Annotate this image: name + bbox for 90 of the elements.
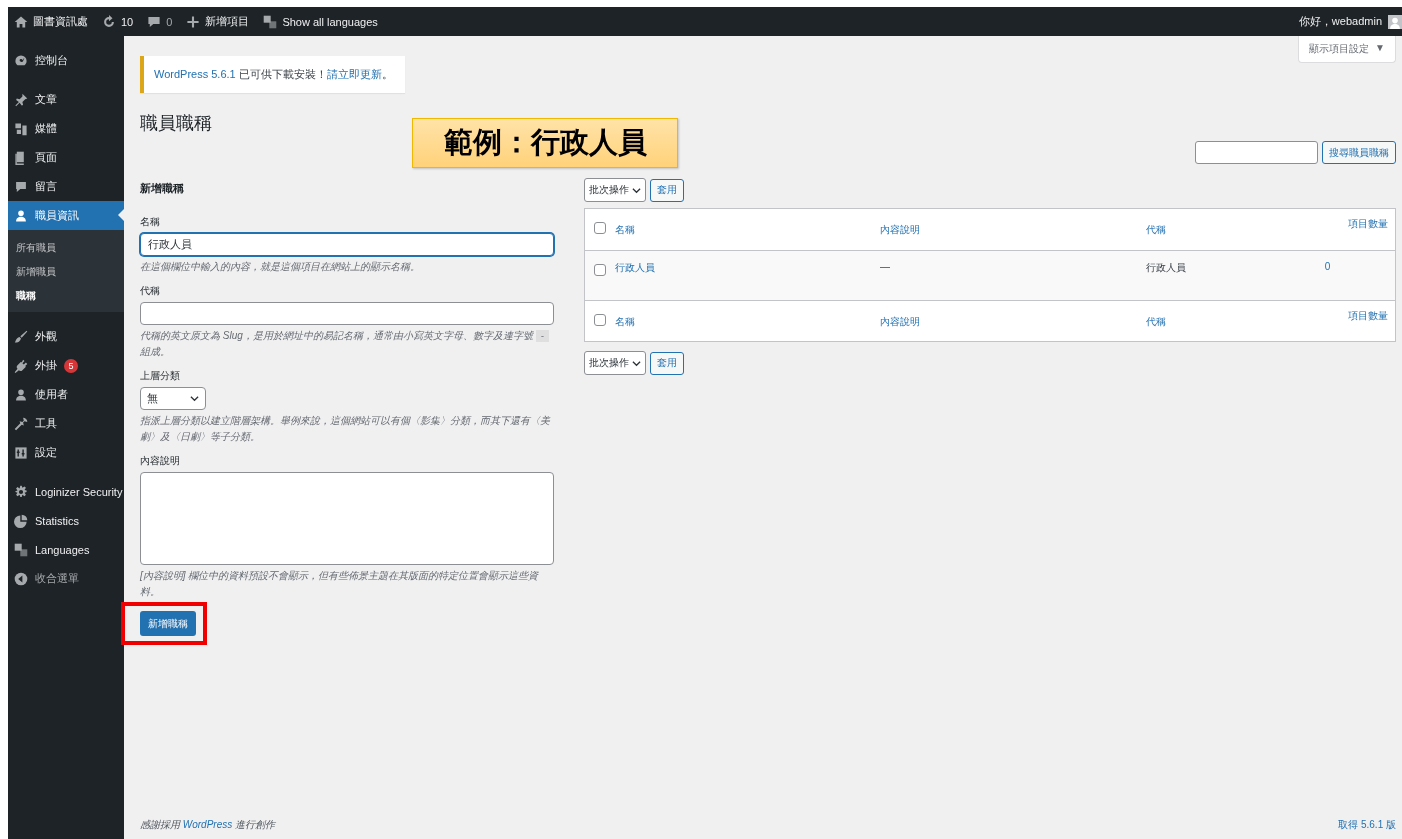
search-button[interactable]: 搜尋職員職稱 bbox=[1322, 141, 1396, 164]
speech-bubble-icon bbox=[147, 14, 162, 29]
input-field[interactable]: 行政人員 bbox=[140, 233, 554, 256]
gear-icon bbox=[14, 484, 28, 499]
sidebar-item[interactable]: 控制台 bbox=[8, 46, 124, 75]
update-notice: WordPress 5.6.1 已可供下載安裝！請立即更新。 bbox=[140, 56, 405, 93]
help-text: 在這個欄位中輸入的內容，就是這個項目在網站上的顯示名稱。 bbox=[140, 260, 421, 274]
sidebar-item[interactable]: 設定 bbox=[8, 438, 124, 467]
sidebar-item[interactable]: 職員資訊 bbox=[8, 201, 124, 230]
bulk-actions-dropdown[interactable]: 批次操作 bbox=[584, 351, 646, 375]
parent-dropdown[interactable]: 無 bbox=[140, 387, 206, 410]
sidebar-item[interactable]: 收合選單 bbox=[8, 564, 124, 593]
submenu-item[interactable]: 新增職員 bbox=[8, 260, 124, 284]
screen-options-button[interactable]: 顯示項目設定 ▼ bbox=[1298, 36, 1396, 63]
admin-bar-item[interactable]: 0 bbox=[147, 14, 173, 29]
sidebar-item[interactable]: 外掛 5 bbox=[8, 351, 124, 380]
field-label: 名稱 bbox=[140, 215, 161, 229]
refresh-icon bbox=[102, 14, 116, 29]
bulk-actions-dropdown[interactable]: 批次操作 bbox=[584, 178, 646, 202]
plus-icon bbox=[186, 14, 201, 29]
footer-credit: 感謝採用 WordPress 進行創作 bbox=[140, 818, 275, 832]
greeting-link[interactable]: 你好，webadmin bbox=[1298, 14, 1382, 29]
sidebar-item[interactable]: 工具 bbox=[8, 409, 124, 438]
example-callout: 範例：行政人員 bbox=[412, 118, 678, 168]
caret-icon: ▼ bbox=[1375, 42, 1385, 56]
apply-button[interactable]: 套用 bbox=[650, 178, 684, 202]
table-cell-text: — bbox=[880, 260, 891, 272]
gauge-icon bbox=[14, 53, 28, 68]
description-textarea[interactable] bbox=[140, 472, 554, 565]
help-text: 代稱的英文原文為 Slug，是用於網址中的易記名稱，通常由小寫英文字母、數字及連字號 - 組成。 bbox=[140, 328, 554, 360]
help-text: [內容說明] 欄位中的資料預設不會顯示，但有些佈景主題在其版面的特定位置會顯示這些資料。 bbox=[140, 569, 540, 599]
update-now-link[interactable]: 請立即更新 bbox=[326, 68, 382, 80]
speech-bubble-icon bbox=[14, 179, 28, 194]
user-icon bbox=[14, 208, 28, 223]
plug-icon bbox=[14, 358, 28, 373]
version-link[interactable]: WordPress 5.6.1 bbox=[154, 68, 236, 80]
admin-bar-item[interactable]: 圖書資訊處 bbox=[14, 14, 88, 29]
input-field[interactable] bbox=[140, 302, 554, 325]
checkbox[interactable] bbox=[594, 222, 606, 234]
sidebar-item[interactable]: Languages bbox=[8, 535, 124, 564]
chevron-down-icon bbox=[632, 358, 641, 368]
checkbox[interactable] bbox=[594, 314, 606, 326]
count-badge: 5 bbox=[64, 358, 78, 373]
add-title-button[interactable]: 新增職稱 bbox=[140, 611, 196, 636]
sliders-icon bbox=[14, 445, 28, 460]
column-header-link[interactable]: 名稱 bbox=[615, 301, 880, 329]
table-cell-text: 行政人員 bbox=[1146, 261, 1187, 275]
sidebar-item[interactable]: 文章 bbox=[8, 85, 124, 114]
form-heading: 新增職稱 bbox=[140, 181, 185, 196]
sidebar-item[interactable]: 媒體 bbox=[8, 114, 124, 143]
column-header-link[interactable]: 內容說明 bbox=[880, 209, 1146, 237]
column-header-link[interactable]: 項目數量 bbox=[1260, 209, 1388, 231]
sidebar-item[interactable]: 使用者 bbox=[8, 380, 124, 409]
sidebar-item[interactable]: Statistics bbox=[8, 506, 124, 535]
column-header-link[interactable]: 代稱 bbox=[1146, 209, 1261, 237]
avatar-icon bbox=[1388, 14, 1402, 29]
checkbox[interactable] bbox=[594, 264, 606, 276]
paintbrush-icon bbox=[14, 329, 28, 344]
column-header-link[interactable]: 內容說明 bbox=[880, 301, 1146, 329]
translate-icon bbox=[14, 542, 28, 557]
admin-bar-item[interactable]: Show all languages bbox=[263, 14, 378, 29]
user-icon bbox=[14, 387, 28, 402]
search-field[interactable] bbox=[1195, 141, 1318, 164]
sidebar-item[interactable]: 外觀 bbox=[8, 322, 124, 351]
get-version-link[interactable]: 取得 5.6.1 版 bbox=[1338, 818, 1396, 832]
column-header-link[interactable]: 項目數量 bbox=[1260, 301, 1388, 323]
admin-bar-item[interactable]: 10 bbox=[102, 14, 134, 29]
sidebar-item[interactable]: 留言 bbox=[8, 172, 124, 201]
help-text: 指派上層分類以建立階層架構。舉例來說，這個網站可以有個〈影集〉分類，而其下還有〈美劇〉及〈日劇〉等子分類。 bbox=[140, 414, 552, 444]
wrench-icon bbox=[14, 416, 28, 431]
wordpress-link[interactable]: WordPress bbox=[182, 819, 233, 830]
admin-bar-item[interactable]: 新增項目 bbox=[186, 14, 250, 29]
field-label: 代稱 bbox=[140, 284, 161, 298]
field-label: 上層分類 bbox=[140, 369, 181, 383]
page-title: 職員職稱 bbox=[140, 112, 212, 135]
media-icon bbox=[14, 121, 28, 136]
pie-chart-icon bbox=[14, 513, 28, 528]
column-header-link[interactable]: 代稱 bbox=[1146, 301, 1261, 329]
field-label: 內容說明 bbox=[140, 454, 181, 468]
submenu-item[interactable]: 職稱 bbox=[8, 284, 124, 308]
apply-button[interactable]: 套用 bbox=[650, 351, 684, 375]
pushpin-icon bbox=[14, 92, 28, 107]
sidebar-item[interactable]: Loginizer Security bbox=[8, 477, 124, 506]
chevron-down-icon bbox=[632, 185, 641, 195]
column-header-link[interactable]: 名稱 bbox=[615, 209, 880, 237]
sidebar-item[interactable]: 頁面 bbox=[8, 143, 124, 172]
submenu-item[interactable]: 所有職員 bbox=[8, 236, 124, 260]
translate-icon bbox=[263, 14, 278, 29]
chevron-down-icon bbox=[190, 394, 199, 403]
home-icon bbox=[14, 14, 28, 29]
